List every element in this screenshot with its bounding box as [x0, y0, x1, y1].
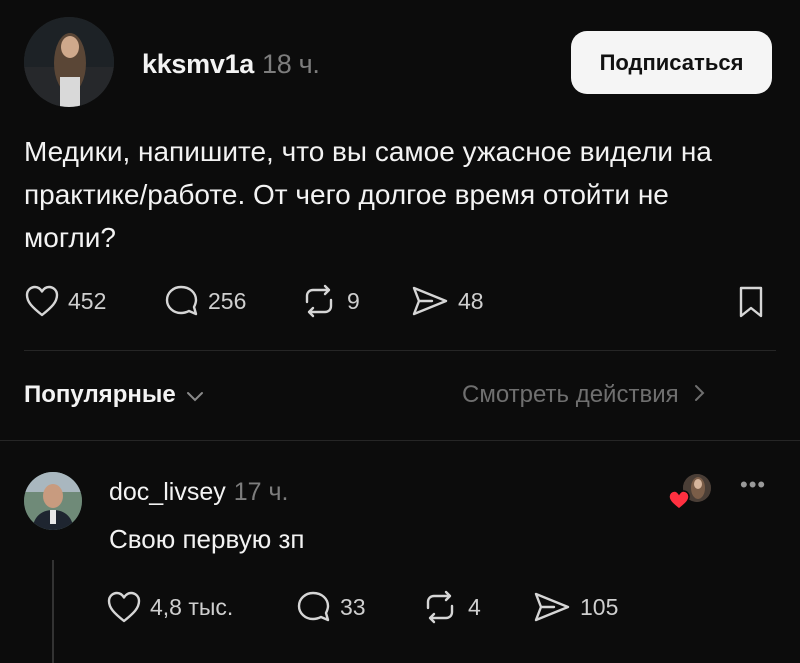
repost-icon	[299, 284, 339, 318]
comment-share-count: 105	[580, 593, 619, 620]
repost-icon	[420, 590, 460, 624]
comment-timestamp: 17 ч.	[233, 478, 289, 506]
comment-button[interactable]: 256	[164, 284, 246, 318]
follow-button[interactable]: Подписаться	[571, 31, 772, 94]
like-button[interactable]: 452	[24, 284, 106, 318]
like-count: 452	[68, 287, 107, 314]
share-button[interactable]: 48	[410, 284, 484, 318]
comment-like-count: 4,8 тыс.	[150, 593, 234, 620]
view-activity-label: Смотреть действия	[462, 381, 679, 408]
share-count: 48	[458, 287, 484, 314]
sort-dropdown[interactable]: Популярные	[24, 381, 204, 409]
author-avatar[interactable]	[24, 17, 114, 107]
comment-icon	[164, 284, 200, 318]
chevron-down-icon	[186, 381, 204, 409]
post-author-name[interactable]: kksmv1a	[142, 49, 254, 79]
comment-reply-count: 33	[340, 593, 366, 620]
post-timestamp: 18 ч.	[262, 49, 320, 79]
bookmark-icon	[736, 284, 766, 320]
post-text: Медики, напишите, что вы самое ужасное в…	[24, 136, 712, 253]
comment-repost-count: 4	[468, 593, 481, 620]
divider	[0, 440, 800, 441]
heart-icon	[24, 284, 60, 318]
comment-reply-button[interactable]: 33	[296, 590, 366, 624]
comment-like-button[interactable]: 4,8 тыс.	[106, 590, 233, 624]
post-actions-bar: 452 256 9 48	[24, 284, 774, 324]
comment-icon	[296, 590, 332, 624]
repost-count: 9	[347, 287, 360, 314]
chevron-right-icon	[693, 381, 705, 409]
share-icon	[532, 590, 572, 624]
comment-author-avatar[interactable]	[24, 472, 82, 530]
comment-repost-button[interactable]: 4	[420, 590, 481, 624]
share-icon	[410, 284, 450, 318]
comment-author-line: doc_livsey 17 ч.	[109, 478, 288, 507]
bookmark-button[interactable]	[736, 284, 766, 320]
divider	[24, 350, 776, 351]
repost-button[interactable]: 9	[299, 284, 360, 318]
more-options-button[interactable]: •••	[740, 472, 766, 498]
heart-icon	[106, 590, 142, 624]
sort-label: Популярные	[24, 381, 176, 408]
comment-actions-bar: 4,8 тыс. 33 4 105	[106, 590, 666, 630]
comment-share-button[interactable]: 105	[532, 590, 618, 624]
heart-icon	[668, 490, 690, 515]
view-activity-link[interactable]: Смотреть действия	[462, 381, 705, 409]
comment-text: Свою первую зп	[109, 524, 305, 554]
comment-author-name[interactable]: doc_livsey	[109, 478, 226, 506]
comment-count: 256	[208, 287, 247, 314]
post-author-line: kksmv1a 18 ч.	[142, 49, 320, 80]
thread-line	[52, 560, 54, 663]
